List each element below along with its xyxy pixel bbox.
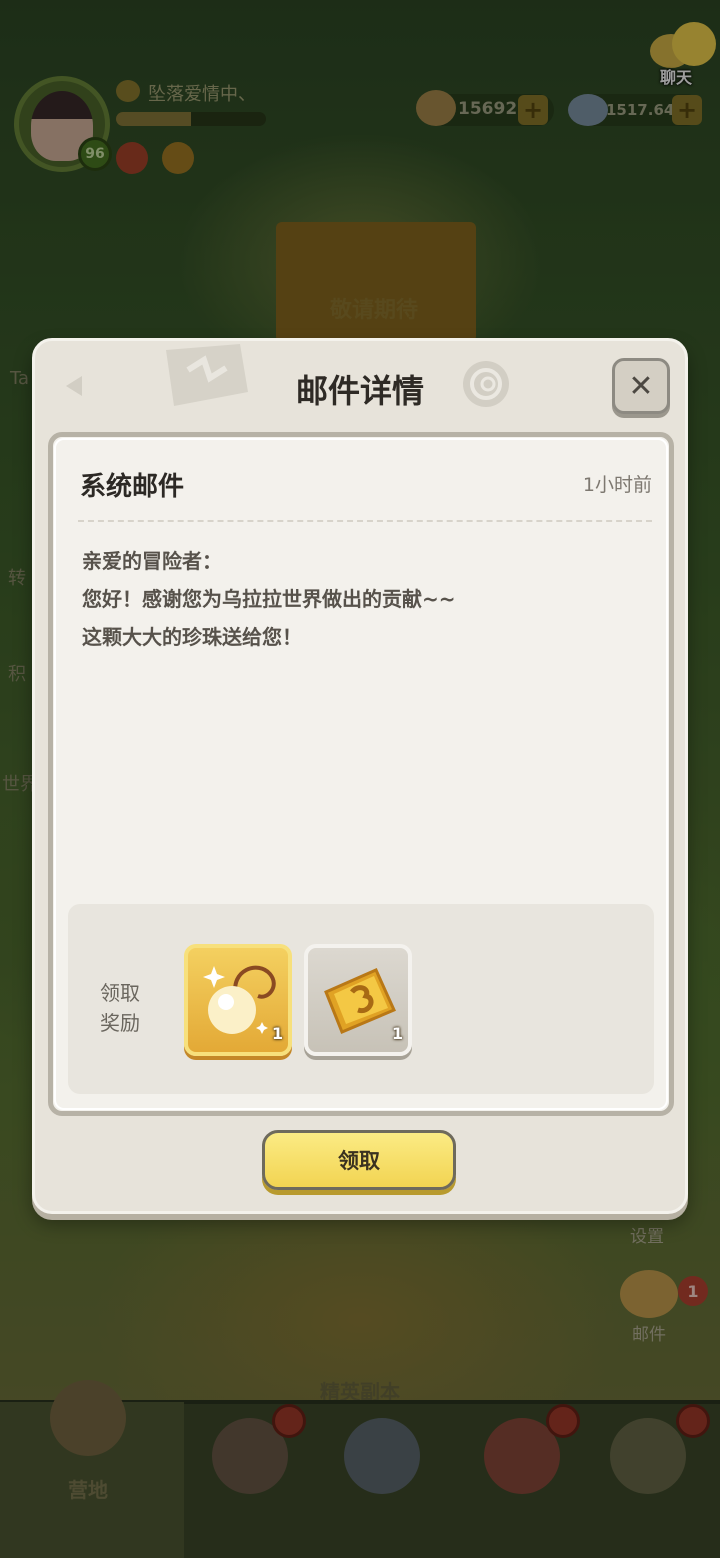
mail-divider	[78, 520, 652, 522]
mail-body-line: 亲爱的冒险者：	[82, 549, 222, 573]
mail-body-line: 这颗大大的珍珠送给您！	[82, 625, 302, 649]
mail-body-line: 您好！感谢您为乌拉拉世界做出的贡献~~	[82, 587, 456, 611]
item-quantity: 1	[392, 1024, 404, 1043]
reward-label-line2: 奖励	[100, 1011, 140, 1035]
claim-button-label: 领取	[338, 1149, 380, 1173]
claim-button[interactable]: 领取	[262, 1130, 456, 1190]
pearl-necklace-icon	[203, 965, 276, 1034]
reward-item-slot[interactable]: 1	[304, 944, 412, 1056]
gold-ticket-icon	[324, 968, 396, 1034]
item-quantity: 1	[272, 1024, 284, 1043]
mail-timestamp: 1小时前	[582, 474, 652, 496]
reward-label-line1: 领取	[100, 981, 140, 1005]
close-icon: ✕	[628, 368, 654, 404]
close-button[interactable]: ✕	[612, 358, 670, 414]
mail-subject: 系统邮件	[80, 472, 185, 502]
reward-item-slot[interactable]: 1	[184, 944, 292, 1056]
